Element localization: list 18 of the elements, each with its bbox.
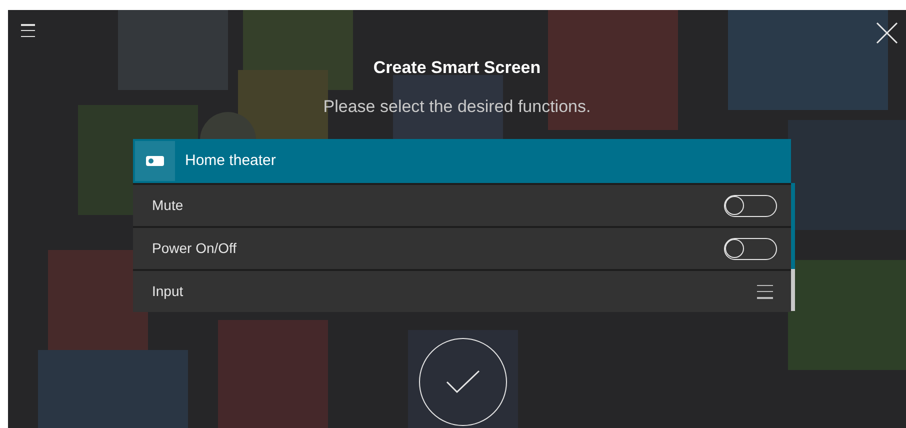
toggle-switch[interactable]	[724, 238, 777, 260]
menu-icon[interactable]	[21, 24, 35, 37]
list-icon[interactable]	[757, 284, 773, 298]
projector-icon	[135, 141, 175, 181]
toggle-switch[interactable]	[724, 194, 777, 216]
confirm-button[interactable]	[419, 338, 507, 426]
function-row[interactable]: Power On/Off	[133, 226, 791, 269]
function-label: Mute	[152, 196, 184, 215]
function-label: Input	[152, 282, 184, 301]
check-icon	[446, 370, 480, 394]
function-row[interactable]: Input	[133, 269, 791, 312]
dialog-title: Create Smart Screen	[373, 57, 541, 79]
instruction-text: Please select the desired functions.	[323, 96, 591, 118]
function-row[interactable]: Mute	[133, 183, 791, 226]
function-label: Power On/Off	[152, 239, 237, 258]
group-header[interactable]: Home theater	[133, 139, 791, 183]
close-button[interactable]	[876, 22, 898, 44]
group-label: Home theater	[185, 150, 276, 171]
